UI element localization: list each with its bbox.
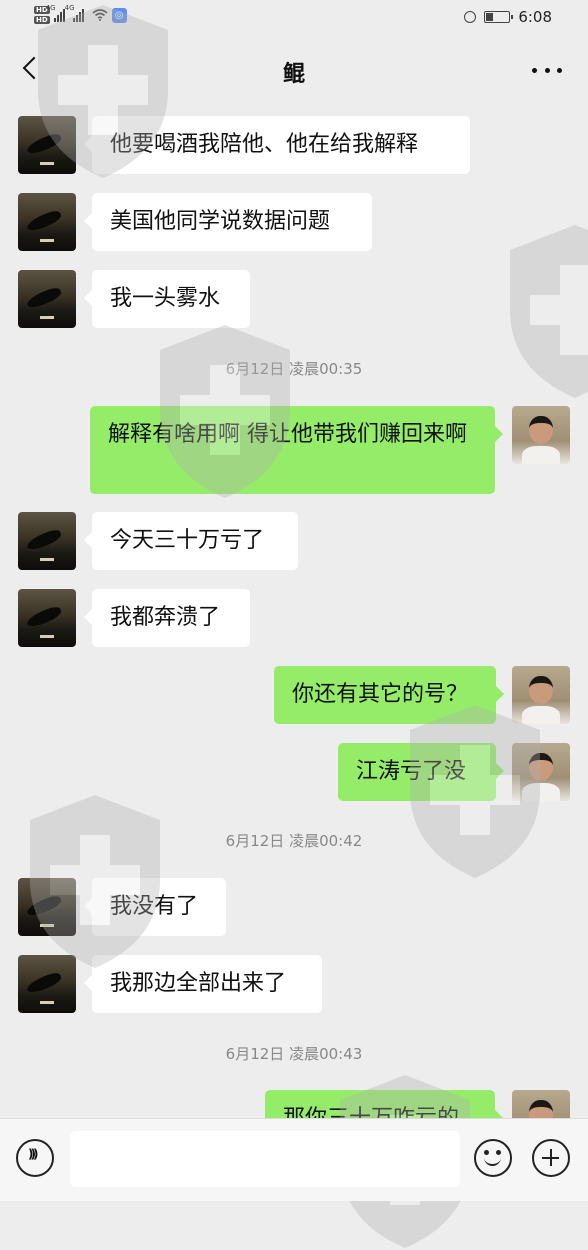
app-notification-icon: ◎	[111, 7, 127, 23]
plus-icon[interactable]	[532, 1139, 570, 1177]
time-divider: 6月12日 凌晨00:43	[225, 1045, 363, 1063]
contact-avatar[interactable]	[18, 270, 76, 328]
outgoing-message[interactable]: 解释有啥用啊 得让他带我们赚回来啊	[90, 406, 503, 494]
network-1-label: 4G	[45, 4, 56, 12]
battery-icon	[484, 11, 514, 23]
network-2-label: 4G	[64, 4, 75, 12]
contact-avatar[interactable]	[18, 589, 76, 647]
emoji-icon[interactable]	[474, 1139, 512, 1177]
contact-avatar[interactable]	[18, 878, 76, 936]
incoming-message[interactable]: 我那边全部出来了	[84, 955, 322, 1013]
status-bar: HD HD 4G 4G ◎ 6:08	[0, 0, 588, 36]
sim2-hd: HD	[34, 16, 50, 24]
incoming-message[interactable]: 我一头雾水	[84, 270, 250, 328]
message-input[interactable]	[70, 1131, 460, 1187]
time-divider: 6月12日 凌晨00:35	[225, 360, 363, 378]
outgoing-message[interactable]: 你还有其它的号？	[274, 666, 504, 724]
contact-avatar[interactable]	[18, 116, 76, 174]
signal-2-icon: 4G	[65, 4, 84, 22]
incoming-message[interactable]: 我没有了	[84, 878, 226, 936]
incoming-message[interactable]: 美国他同学说数据问题	[84, 193, 372, 251]
alarm-icon	[464, 11, 477, 23]
incoming-message[interactable]: 他要喝酒我陪他、他在给我解释	[84, 116, 470, 174]
contact-avatar[interactable]	[18, 955, 76, 1013]
message-list[interactable]: 他要喝酒我陪他、他在给我解释 美国他同学说数据问题 我一头雾水 6月12日 凌晨00:…	[0, 108, 588, 1118]
my-avatar[interactable]	[512, 406, 570, 464]
incoming-message[interactable]: 我都奔溃了	[84, 589, 250, 647]
voice-icon[interactable]	[16, 1139, 54, 1177]
battery-level	[486, 13, 494, 21]
status-left: HD HD 4G 4G ◎	[34, 4, 127, 24]
outgoing-message[interactable]: 那你三十万咋亏的	[265, 1090, 503, 1118]
chat-title: 鲲	[282, 62, 305, 87]
chat-header: 鲲	[0, 36, 588, 108]
my-avatar[interactable]	[512, 1090, 570, 1118]
clock: 6:08	[518, 8, 552, 26]
status-right: 6:08	[464, 8, 552, 26]
incoming-message[interactable]: 今天三十万亏了	[84, 512, 298, 570]
my-avatar[interactable]	[512, 666, 570, 724]
wifi-icon	[92, 9, 108, 21]
input-bar	[0, 1118, 588, 1201]
my-avatar[interactable]	[512, 743, 570, 801]
contact-avatar[interactable]	[18, 512, 76, 570]
signal-1-icon: 4G	[46, 4, 65, 22]
time-divider: 6月12日 凌晨00:42	[225, 832, 363, 850]
more-icon[interactable]	[532, 68, 562, 74]
outgoing-message[interactable]: 江涛亏了没	[338, 743, 504, 801]
contact-avatar[interactable]	[18, 193, 76, 251]
